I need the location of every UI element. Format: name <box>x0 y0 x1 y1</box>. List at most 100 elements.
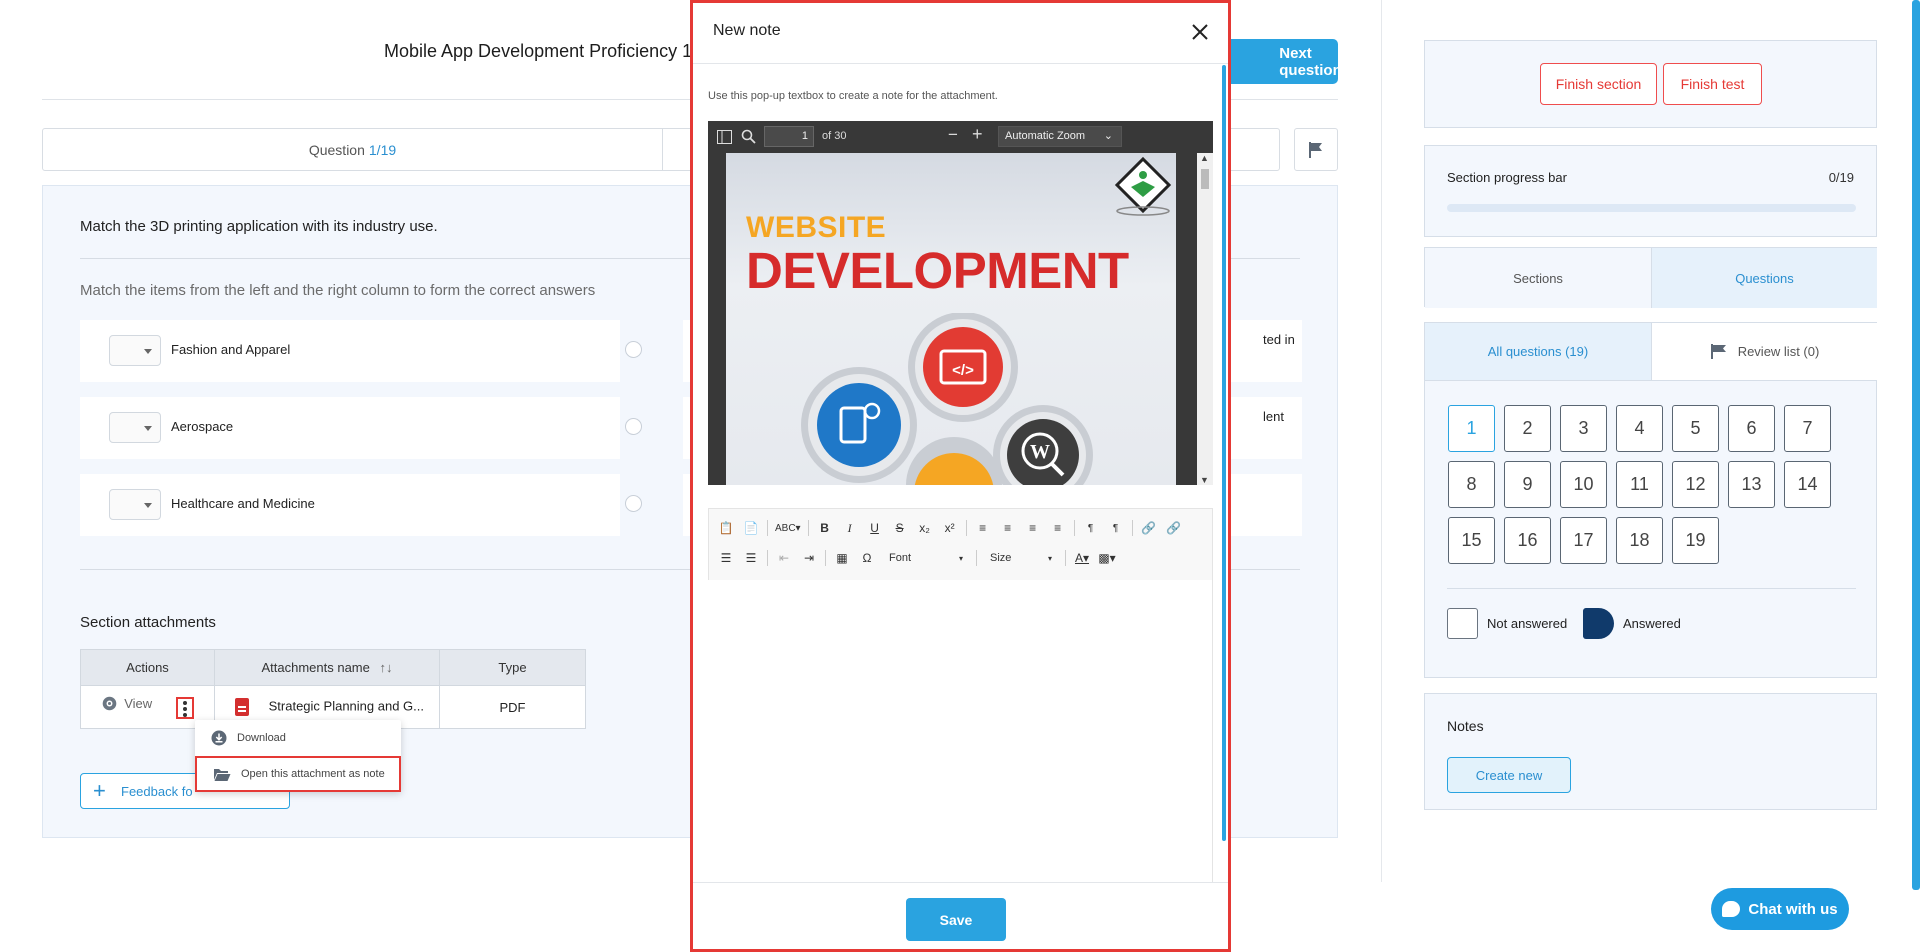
question-number-19[interactable]: 19 <box>1672 517 1719 564</box>
size-select[interactable]: Size ▾ <box>984 548 1058 568</box>
search-icon[interactable] <box>741 129 756 144</box>
create-note-button[interactable]: Create new <box>1447 757 1571 793</box>
chat-with-us-button[interactable]: Chat with us <box>1711 888 1849 930</box>
indent-icon[interactable]: ⇥ <box>800 549 818 567</box>
italic-icon[interactable]: I <box>841 519 859 537</box>
table-icon[interactable]: ▦ <box>833 549 851 567</box>
tab-all-questions[interactable]: All questions (19) <box>1425 323 1651 381</box>
save-button[interactable]: Save <box>906 898 1006 941</box>
align-right-icon[interactable]: ≡ <box>1024 519 1042 537</box>
bold-icon[interactable]: B <box>816 519 834 537</box>
zoom-in-icon[interactable]: + <box>972 124 983 145</box>
question-number-17[interactable]: 17 <box>1560 517 1607 564</box>
view-label: View <box>124 695 153 711</box>
spellcheck-icon[interactable]: ABC▾ <box>775 519 801 537</box>
question-number-10[interactable]: 10 <box>1560 461 1607 508</box>
tab-sections[interactable]: Sections <box>1425 248 1651 308</box>
column-header-name[interactable]: Attachments name ↑↓ <box>214 649 440 686</box>
question-number-7[interactable]: 7 <box>1784 405 1831 452</box>
pdf-zoom-select[interactable]: Automatic Zoom ⌄ <box>998 126 1122 147</box>
toolbar-separator <box>1065 550 1066 566</box>
question-number-6[interactable]: 6 <box>1728 405 1775 452</box>
note-editor[interactable] <box>708 580 1213 882</box>
toolbar-separator <box>767 520 768 536</box>
menu-item-open-as-note[interactable]: Open this attachment as note <box>195 756 401 792</box>
question-number-1[interactable]: 1 <box>1448 405 1495 452</box>
pdf-toolbar: 1 of 30 − + Automatic Zoom ⌄ <box>708 121 1213 153</box>
unlink-icon[interactable]: 🔗 <box>1165 519 1183 537</box>
question-number-12[interactable]: 12 <box>1672 461 1719 508</box>
question-number-4[interactable]: 4 <box>1616 405 1663 452</box>
page-scrollbar[interactable] <box>1912 0 1920 890</box>
section-progress-card: Section progress bar 0/19 <box>1424 145 1877 237</box>
outdent-icon[interactable]: ⇤ <box>775 549 793 567</box>
link-icon[interactable]: 🔗 <box>1140 519 1158 537</box>
question-number-2[interactable]: 2 <box>1504 405 1551 452</box>
align-justify-icon[interactable]: ≡ <box>1049 519 1067 537</box>
match-select[interactable] <box>109 412 161 443</box>
question-number-14[interactable]: 14 <box>1784 461 1831 508</box>
attachment-name: Strategic Planning and G... <box>268 698 424 714</box>
test-title: Mobile App Development Proficiency 1 <box>384 41 693 61</box>
zoom-out-icon[interactable]: − <box>948 125 958 145</box>
paste-icon[interactable]: 📋 <box>717 519 735 537</box>
finish-test-button[interactable]: Finish test <box>1663 63 1762 105</box>
question-number-16[interactable]: 16 <box>1504 517 1551 564</box>
question-number-18[interactable]: 18 <box>1616 517 1663 564</box>
align-center-icon[interactable]: ≡ <box>999 519 1017 537</box>
sidebar-toggle-icon[interactable] <box>717 130 732 144</box>
question-number-9[interactable]: 9 <box>1504 461 1551 508</box>
toolbar-separator <box>1073 520 1075 536</box>
sidebar-separator <box>1381 0 1382 882</box>
pdf-scrollbar[interactable]: ▲ ▼ <box>1197 153 1213 485</box>
underline-icon[interactable]: U <box>866 519 884 537</box>
paste-text-icon[interactable]: 📄 <box>742 519 760 537</box>
pdf-page-input[interactable]: 1 <box>764 126 814 147</box>
question-number-11[interactable]: 11 <box>1616 461 1663 508</box>
match-radio[interactable] <box>625 418 642 435</box>
attachments-table: Actions Attachments name ↑↓ Type View St… <box>80 649 586 729</box>
special-char-icon[interactable]: Ω <box>858 549 876 567</box>
align-left-icon[interactable]: ≡ <box>974 519 992 537</box>
modal-hint: Use this pop-up textbox to create a note… <box>708 90 998 102</box>
match-select[interactable] <box>109 335 161 366</box>
scroll-up-icon[interactable]: ▲ <box>1200 153 1209 163</box>
subscript-icon[interactable]: x₂ <box>916 519 934 537</box>
match-select[interactable] <box>109 489 161 520</box>
menu-item-download[interactable]: Download <box>195 720 401 756</box>
pdf-title-line1: WEBSITE <box>746 211 887 244</box>
question-counter-value: 1/19 <box>368 141 397 158</box>
question-number-3[interactable]: 3 <box>1560 405 1607 452</box>
pdf-scroll-thumb[interactable] <box>1201 169 1209 189</box>
more-options-icon[interactable] <box>175 697 194 720</box>
ltr-icon[interactable]: ¶ <box>1082 519 1100 537</box>
scroll-down-icon[interactable]: ▼ <box>1200 475 1209 485</box>
tab-questions[interactable]: Questions <box>1651 248 1877 308</box>
chevron-down-icon <box>144 426 152 431</box>
numbered-list-icon[interactable]: ☰ <box>717 549 735 567</box>
match-radio[interactable] <box>625 341 642 358</box>
question-number-13[interactable]: 13 <box>1728 461 1775 508</box>
superscript-icon[interactable]: x² <box>941 519 959 537</box>
question-number-15[interactable]: 15 <box>1448 517 1495 564</box>
close-icon[interactable] <box>1190 22 1210 42</box>
text-color-icon[interactable]: A▾ <box>1073 549 1091 567</box>
strikethrough-icon[interactable]: S <box>891 519 909 537</box>
match-radio[interactable] <box>625 495 642 512</box>
pdf-page-total: of 30 <box>822 130 847 142</box>
view-attachment-link[interactable]: View <box>101 695 152 712</box>
toolbar-separator <box>965 520 967 536</box>
rtl-icon[interactable]: ¶ <box>1107 519 1125 537</box>
flag-question-button[interactable] <box>1294 128 1338 171</box>
bulleted-list-icon[interactable]: ☰ <box>742 549 760 567</box>
finish-section-button[interactable]: Finish section <box>1540 63 1657 105</box>
font-select[interactable]: Font ▾ <box>883 548 969 568</box>
modal-scrollbar[interactable] <box>1222 65 1226 841</box>
question-number-5[interactable]: 5 <box>1672 405 1719 452</box>
background-color-icon[interactable]: ▩▾ <box>1098 549 1116 567</box>
pdf-page: WEBSITE DEVELOPMENT </> W <box>726 153 1176 485</box>
question-number-8[interactable]: 8 <box>1448 461 1495 508</box>
size-select-label: Size <box>990 552 1012 564</box>
sort-arrows-icon[interactable]: ↑↓ <box>380 660 393 675</box>
tab-review-list[interactable]: Review list (0) <box>1651 323 1877 381</box>
